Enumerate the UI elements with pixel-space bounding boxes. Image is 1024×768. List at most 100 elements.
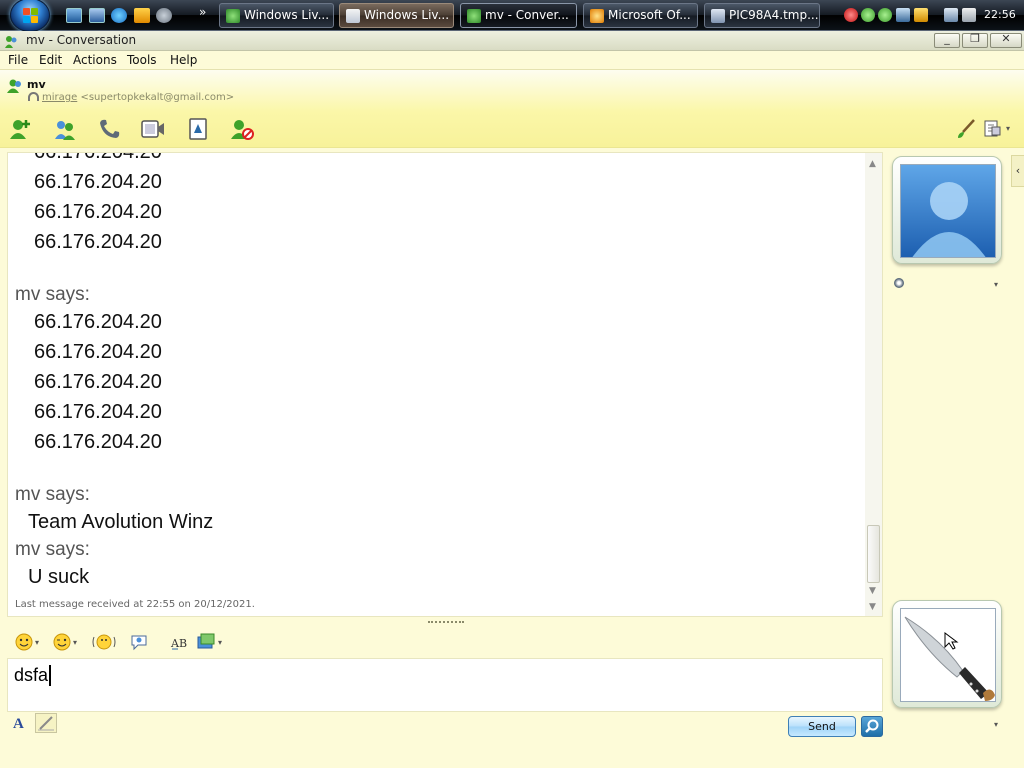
message-line: 66.176.204.20	[34, 231, 162, 253]
font-button[interactable]: A	[13, 716, 24, 733]
call-button[interactable]	[97, 117, 123, 141]
messenger-online-icon[interactable]	[878, 8, 892, 22]
close-button[interactable]: ✕	[990, 32, 1022, 48]
update-icon[interactable]	[914, 8, 928, 22]
message-line: 66.176.204.20	[34, 371, 162, 393]
block-icon	[231, 120, 254, 140]
menu-file[interactable]: File	[8, 53, 28, 67]
message-input[interactable]: dsfa	[7, 658, 883, 712]
nudge-button[interactable]	[92, 633, 118, 653]
task-label: Windows Liv...	[244, 8, 330, 22]
sender-says: mv says:	[15, 484, 90, 505]
taskbar-item-windows-live-2[interactable]: Windows Liv...	[339, 3, 454, 28]
menu-bar: File Edit Actions Tools Help	[0, 51, 1024, 70]
wink-button[interactable]: ▾	[53, 633, 81, 653]
search-button[interactable]	[861, 716, 883, 737]
taskbar: » Windows Liv... Windows Liv... mv - Con…	[0, 0, 1024, 32]
paint-button[interactable]	[954, 117, 980, 141]
quicklaunch-more-button[interactable]: »	[199, 5, 206, 19]
add-contact-icon	[10, 120, 30, 139]
message-line: 66.176.204.20	[34, 401, 162, 423]
taskbar-item-microsoft-office[interactable]: Microsoft Of...	[583, 3, 698, 28]
contact-display-picture[interactable]	[892, 156, 1002, 264]
contact-display-link[interactable]: mirage	[42, 92, 77, 103]
messenger-icon	[226, 9, 240, 23]
menu-help[interactable]: Help	[170, 53, 197, 67]
display-options-icon	[984, 120, 1001, 137]
history-scrollbar[interactable]: ▲ ▼ ▼	[865, 153, 882, 616]
default-user-icon	[912, 182, 986, 257]
clock[interactable]: 22:56	[984, 8, 1016, 21]
svg-text:AB: AB	[170, 637, 187, 650]
office-icon	[590, 9, 604, 23]
messenger-status-icon[interactable]	[861, 8, 875, 22]
error-icon[interactable]	[844, 8, 858, 22]
background-button[interactable]: ▾	[197, 633, 225, 653]
message-input-text[interactable]: dsfa	[14, 665, 52, 686]
handwriting-button[interactable]	[35, 713, 57, 733]
app-quicklaunch-icon[interactable]	[156, 8, 172, 23]
my-display-picture[interactable]	[892, 600, 1002, 708]
block-contact-button[interactable]	[229, 117, 255, 141]
internet-explorer-icon[interactable]	[111, 8, 127, 23]
pen-icon	[38, 716, 54, 731]
conversation-toolbar: ▾	[0, 112, 1024, 148]
chevron-down-icon: ▾	[35, 638, 40, 647]
network-icon[interactable]	[944, 8, 958, 22]
chevron-down-icon[interactable]: ▾	[994, 720, 998, 729]
taskbar-item-windows-live-1[interactable]: Windows Liv...	[219, 3, 334, 28]
menu-tools[interactable]: Tools	[127, 53, 157, 67]
scrollbar-thumb[interactable]	[867, 525, 880, 583]
media-player-icon[interactable]	[134, 8, 150, 23]
minimize-button[interactable]: _	[934, 32, 960, 48]
scroll-up-icon[interactable]: ▲	[869, 159, 876, 169]
voice-clip-button[interactable]	[130, 633, 150, 653]
message-line: 66.176.204.20	[34, 311, 162, 333]
activities-button[interactable]	[186, 117, 212, 141]
contact-status-icon	[7, 78, 23, 94]
message-line: 66.176.204.20	[34, 201, 162, 223]
menu-edit[interactable]: Edit	[39, 53, 62, 67]
pane-splitter[interactable]	[428, 621, 464, 625]
contact-header: mv mirage <supertopkekalt@gmail.com>	[0, 70, 1024, 112]
spelling-button[interactable]: AB	[170, 633, 190, 653]
phone-icon	[100, 119, 120, 138]
share-files-button[interactable]	[53, 117, 79, 141]
switch-windows-icon[interactable]	[89, 8, 105, 23]
message-line: 66.176.204.20	[34, 341, 162, 363]
display-options-button[interactable]: ▾	[982, 117, 1016, 141]
scroll-end-icon[interactable]: ▼	[869, 602, 876, 612]
contact-email: <supertopkekalt@gmail.com>	[80, 92, 235, 103]
activities-icon	[189, 118, 207, 140]
video-button[interactable]	[140, 117, 166, 141]
show-desktop-icon[interactable]	[66, 8, 82, 23]
messenger-icon	[467, 9, 481, 23]
chevron-down-icon[interactable]: ▾	[994, 280, 998, 289]
taskbar-item-conversation[interactable]: mv - Conver...	[460, 3, 577, 28]
window-titlebar[interactable]: mv - Conversation _ ❐ ✕	[0, 31, 1024, 51]
webcam-icon[interactable]	[894, 278, 904, 288]
scroll-down-icon[interactable]: ▼	[869, 586, 876, 596]
contact-details: mirage <supertopkekalt@gmail.com>	[28, 92, 234, 103]
send-button[interactable]: Send	[788, 716, 856, 737]
contact-avatar	[900, 164, 996, 258]
emoticon-button[interactable]: ▾	[15, 633, 43, 653]
start-button[interactable]	[10, 0, 50, 32]
maximize-icon: ❐	[970, 32, 980, 45]
knife-image-icon	[904, 616, 995, 701]
conversation-history[interactable]: 66.176.204.20 66.176.204.20 66.176.204.2…	[7, 152, 883, 617]
message-line: 66.176.204.20	[34, 431, 162, 453]
compose-toolbar: ▾ ▾ AB ▾	[7, 630, 407, 656]
sender-says: mv says:	[15, 539, 90, 560]
monitor-icon[interactable]	[896, 8, 910, 22]
contact-name: mv	[27, 78, 46, 91]
menu-actions[interactable]: Actions	[73, 53, 117, 67]
chevron-down-icon: ▾	[73, 638, 78, 647]
invite-contact-button[interactable]	[8, 117, 34, 141]
volume-icon[interactable]	[962, 8, 976, 22]
windows-logo-icon	[23, 8, 39, 23]
maximize-button[interactable]: ❐	[962, 32, 988, 48]
video-icon	[141, 120, 164, 138]
taskbar-item-pic-tmp[interactable]: PIC98A4.tmp...	[704, 3, 820, 28]
search-icon	[865, 719, 879, 733]
